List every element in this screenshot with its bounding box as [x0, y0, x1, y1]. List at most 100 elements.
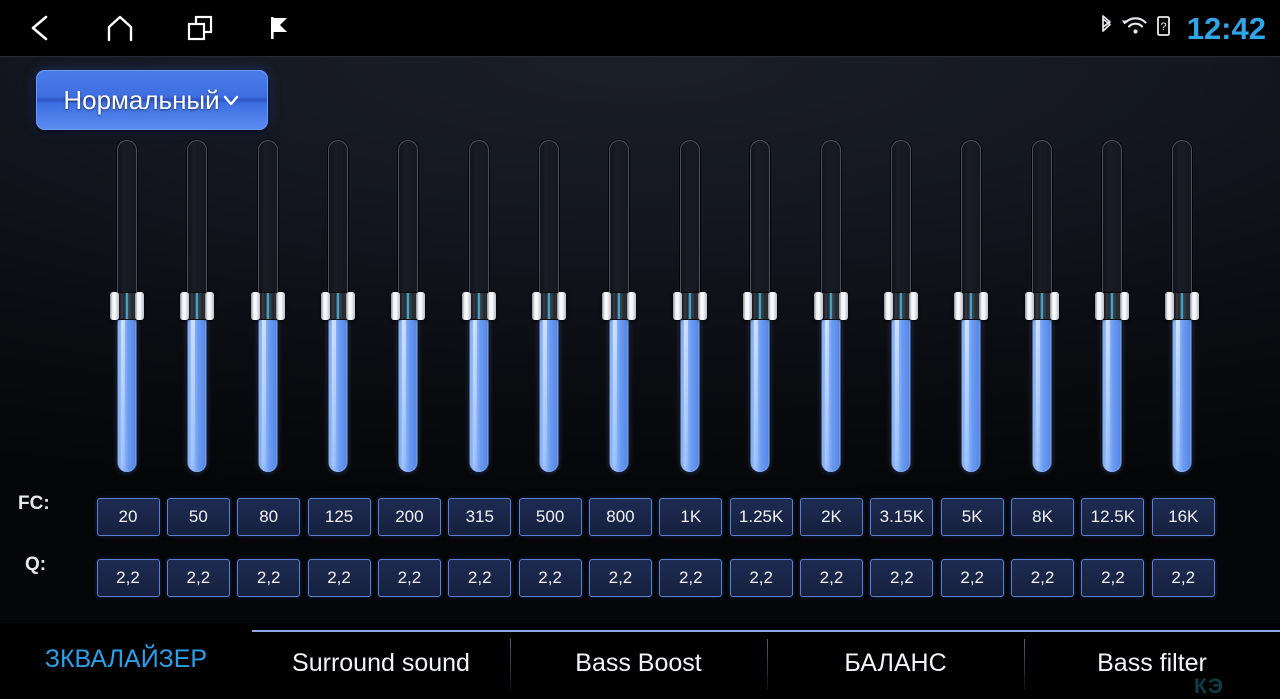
fc-value-box[interactable]: 1.25K	[729, 498, 793, 536]
fc-value-box[interactable]: 1K	[659, 498, 723, 536]
fc-value-box[interactable]: 8K	[1011, 498, 1075, 536]
band-slider[interactable]	[954, 140, 989, 472]
slider-fill	[1032, 306, 1051, 472]
q-value-box[interactable]: 2,2	[1011, 559, 1075, 597]
slider-thumb[interactable]	[672, 292, 707, 320]
band-slider[interactable]	[180, 140, 215, 472]
q-value-box[interactable]: 2,2	[166, 559, 230, 597]
slider-thumb-cap-left	[321, 292, 331, 320]
slider-thumb[interactable]	[954, 292, 989, 320]
tab-3[interactable]: Bass Boost	[510, 630, 767, 696]
q-value-box[interactable]: 2,2	[659, 559, 723, 597]
slider-thumb[interactable]	[743, 292, 778, 320]
tab-divider	[510, 639, 511, 689]
q-value-box[interactable]: 2,2	[448, 559, 512, 597]
slider-thumb-cap-right	[486, 292, 496, 320]
fc-value-box[interactable]: 315	[448, 498, 512, 536]
band-slider[interactable]	[1165, 140, 1200, 472]
slider-thumb-grip	[469, 293, 488, 319]
band-slider-group	[0, 56, 1280, 696]
q-value-box[interactable]: 2,2	[588, 559, 652, 597]
slider-thumb[interactable]	[602, 292, 637, 320]
band-slider[interactable]	[813, 140, 848, 472]
fc-value-box[interactable]: 12.5K	[1081, 498, 1145, 536]
tab-2[interactable]: Surround sound	[252, 630, 510, 696]
band-slider[interactable]	[672, 140, 707, 472]
home-button[interactable]	[80, 0, 160, 56]
q-value-box[interactable]: 2,2	[870, 559, 934, 597]
slider-thumb-cap-left	[391, 292, 401, 320]
band-slider[interactable]	[743, 140, 778, 472]
q-value-box[interactable]: 2,2	[96, 559, 160, 597]
tab-5[interactable]: Bass filter	[1024, 630, 1280, 696]
system-status-icons: ? 12:42	[1098, 0, 1272, 56]
fc-value-box[interactable]: 500	[518, 498, 582, 536]
band-slider[interactable]	[883, 140, 918, 472]
q-value-box[interactable]: 2,2	[1151, 559, 1215, 597]
slider-thumb-cap-left	[883, 292, 893, 320]
equalizer-screen: Нормальный FC: Q: 20 50 80 125 200 315 500 800 1…	[0, 56, 1280, 696]
q-value-box[interactable]: 2,2	[518, 559, 582, 597]
back-button[interactable]	[0, 0, 80, 56]
fc-value-box[interactable]: 80	[237, 498, 301, 536]
band-slider[interactable]	[1024, 140, 1059, 472]
tab-1[interactable]: ЗКВАЛАЙЗЕР	[0, 623, 252, 696]
slider-thumb-cap-left	[250, 292, 260, 320]
q-value-box[interactable]: 2,2	[237, 559, 301, 597]
status-bar: ? 12:42	[0, 0, 1280, 56]
slider-thumb-cap-left	[1024, 292, 1034, 320]
slider-thumb[interactable]	[1165, 292, 1200, 320]
q-value-box[interactable]: 2,2	[940, 559, 1004, 597]
slider-thumb[interactable]	[321, 292, 356, 320]
slider-thumb[interactable]	[1024, 292, 1059, 320]
fc-value-box[interactable]: 3.15K	[870, 498, 934, 536]
slider-thumb[interactable]	[180, 292, 215, 320]
recents-button[interactable]	[160, 0, 240, 56]
slider-fill	[891, 306, 910, 472]
q-value-box[interactable]: 2,2	[377, 559, 441, 597]
fc-value-box[interactable]: 20	[96, 498, 160, 536]
band-slider[interactable]	[391, 140, 426, 472]
slider-thumb-cap-right	[346, 292, 356, 320]
slider-thumb-grip	[1102, 293, 1121, 319]
slider-thumb[interactable]	[532, 292, 567, 320]
slider-thumb[interactable]	[1094, 292, 1129, 320]
band-slider[interactable]	[110, 140, 144, 472]
back-icon	[27, 13, 53, 43]
slider-thumb[interactable]	[250, 292, 285, 320]
q-value-box[interactable]: 2,2	[729, 559, 793, 597]
slider-thumb-cap-left	[602, 292, 612, 320]
band-slider[interactable]	[250, 140, 285, 472]
band-slider[interactable]	[461, 140, 496, 472]
slider-thumb-cap-left	[672, 292, 682, 320]
band-slider[interactable]	[532, 140, 567, 472]
fc-value-box[interactable]: 2K	[800, 498, 863, 536]
band-slider[interactable]	[602, 140, 637, 472]
slider-fill	[469, 306, 488, 472]
slider-thumb-cap-left	[110, 292, 119, 320]
slider-thumb[interactable]	[813, 292, 848, 320]
q-value-box[interactable]: 2,2	[307, 559, 371, 597]
slider-thumb-grip	[118, 293, 136, 319]
flag-button[interactable]	[240, 0, 320, 56]
band-slider[interactable]	[321, 140, 356, 472]
fc-value-box[interactable]: 5K	[940, 498, 1004, 536]
slider-thumb[interactable]	[883, 292, 918, 320]
band-slider[interactable]	[1094, 140, 1129, 472]
slider-thumb[interactable]	[110, 292, 144, 320]
fc-value-box[interactable]: 16K	[1151, 498, 1215, 536]
fc-value-box[interactable]: 200	[377, 498, 441, 536]
slider-fill	[610, 306, 629, 472]
bottom-tab-bar: ЗКВАЛАЙЗЕР Surround sound Bass Boost БАЛАНС…	[0, 623, 1280, 698]
slider-thumb[interactable]	[461, 292, 496, 320]
slider-thumb[interactable]	[391, 292, 426, 320]
fc-value-box[interactable]: 125	[307, 498, 371, 536]
slider-thumb-cap-left	[461, 292, 471, 320]
fc-value-box[interactable]: 50	[166, 498, 230, 536]
q-value-box[interactable]: 2,2	[800, 559, 863, 597]
q-value-box[interactable]: 2,2	[1081, 559, 1145, 597]
slider-thumb-cap-right	[627, 292, 637, 320]
slider-thumb-cap-right	[1049, 292, 1059, 320]
fc-value-box[interactable]: 800	[588, 498, 652, 536]
tab-4[interactable]: БАЛАНС	[767, 630, 1024, 696]
